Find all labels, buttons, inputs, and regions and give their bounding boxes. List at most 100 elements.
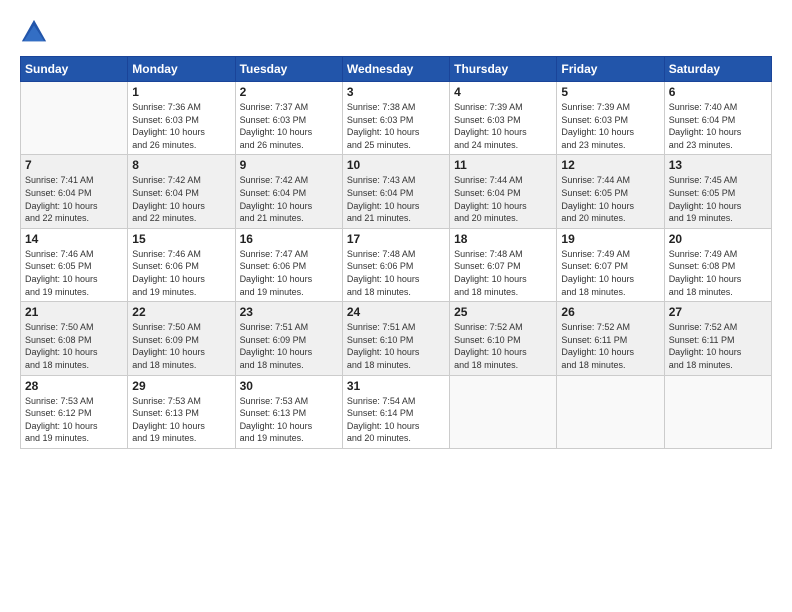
day-info: Sunrise: 7:49 AM Sunset: 6:07 PM Dayligh… bbox=[561, 248, 659, 298]
weekday-tuesday: Tuesday bbox=[235, 57, 342, 82]
calendar-table: SundayMondayTuesdayWednesdayThursdayFrid… bbox=[20, 56, 772, 449]
calendar-cell: 15 Sunrise: 7:46 AM Sunset: 6:06 PM Dayli… bbox=[128, 228, 235, 301]
day-number: 6 bbox=[669, 85, 767, 99]
day-number: 17 bbox=[347, 232, 445, 246]
day-number: 28 bbox=[25, 379, 123, 393]
day-number: 29 bbox=[132, 379, 230, 393]
calendar-cell: 16 Sunrise: 7:47 AM Sunset: 6:06 PM Dayli… bbox=[235, 228, 342, 301]
day-info: Sunrise: 7:51 AM Sunset: 6:10 PM Dayligh… bbox=[347, 321, 445, 371]
logo-icon bbox=[20, 18, 48, 46]
calendar-cell: 29 Sunrise: 7:53 AM Sunset: 6:13 PM Dayli… bbox=[128, 375, 235, 448]
day-number: 7 bbox=[25, 158, 123, 172]
day-info: Sunrise: 7:46 AM Sunset: 6:06 PM Dayligh… bbox=[132, 248, 230, 298]
calendar-cell: 3 Sunrise: 7:38 AM Sunset: 6:03 PM Daylig… bbox=[342, 82, 449, 155]
logo bbox=[20, 18, 52, 46]
calendar-cell: 10Sunrise: 7:43 AM Sunset: 6:04 PM Dayli… bbox=[342, 155, 449, 228]
day-info: Sunrise: 7:45 AM Sunset: 6:05 PM Dayligh… bbox=[669, 174, 767, 224]
day-info: Sunrise: 7:38 AM Sunset: 6:03 PM Dayligh… bbox=[347, 101, 445, 151]
header bbox=[20, 18, 772, 46]
day-number: 4 bbox=[454, 85, 552, 99]
day-info: Sunrise: 7:40 AM Sunset: 6:04 PM Dayligh… bbox=[669, 101, 767, 151]
calendar-cell: 2 Sunrise: 7:37 AM Sunset: 6:03 PM Daylig… bbox=[235, 82, 342, 155]
day-number: 19 bbox=[561, 232, 659, 246]
day-info: Sunrise: 7:51 AM Sunset: 6:09 PM Dayligh… bbox=[240, 321, 338, 371]
calendar-row-2: 14 Sunrise: 7:46 AM Sunset: 6:05 PM Dayli… bbox=[21, 228, 772, 301]
day-info: Sunrise: 7:53 AM Sunset: 6:12 PM Dayligh… bbox=[25, 395, 123, 445]
calendar-row-1: 7 Sunrise: 7:41 AM Sunset: 6:04 PM Daylig… bbox=[21, 155, 772, 228]
day-number: 5 bbox=[561, 85, 659, 99]
calendar-cell: 30 Sunrise: 7:53 AM Sunset: 6:13 PM Dayli… bbox=[235, 375, 342, 448]
calendar-cell: 24 Sunrise: 7:51 AM Sunset: 6:10 PM Dayli… bbox=[342, 302, 449, 375]
calendar-cell: 26 Sunrise: 7:52 AM Sunset: 6:11 PM Dayli… bbox=[557, 302, 664, 375]
day-info: Sunrise: 7:48 AM Sunset: 6:07 PM Dayligh… bbox=[454, 248, 552, 298]
calendar-cell: 8Sunrise: 7:42 AM Sunset: 6:04 PM Daylig… bbox=[128, 155, 235, 228]
day-info: Sunrise: 7:39 AM Sunset: 6:03 PM Dayligh… bbox=[561, 101, 659, 151]
day-number: 9 bbox=[240, 158, 338, 172]
weekday-sunday: Sunday bbox=[21, 57, 128, 82]
calendar-cell bbox=[450, 375, 557, 448]
day-number: 23 bbox=[240, 305, 338, 319]
day-number: 8 bbox=[132, 158, 230, 172]
calendar-row-3: 21 Sunrise: 7:50 AM Sunset: 6:08 PM Dayli… bbox=[21, 302, 772, 375]
day-info: Sunrise: 7:54 AM Sunset: 6:14 PM Dayligh… bbox=[347, 395, 445, 445]
day-info: Sunrise: 7:49 AM Sunset: 6:08 PM Dayligh… bbox=[669, 248, 767, 298]
day-info: Sunrise: 7:48 AM Sunset: 6:06 PM Dayligh… bbox=[347, 248, 445, 298]
calendar-cell: 23 Sunrise: 7:51 AM Sunset: 6:09 PM Dayli… bbox=[235, 302, 342, 375]
calendar-cell: 21 Sunrise: 7:50 AM Sunset: 6:08 PM Dayli… bbox=[21, 302, 128, 375]
day-info: Sunrise: 7:44 AM Sunset: 6:04 PM Dayligh… bbox=[454, 174, 552, 224]
calendar-cell: 13Sunrise: 7:45 AM Sunset: 6:05 PM Dayli… bbox=[664, 155, 771, 228]
calendar-cell: 9 Sunrise: 7:42 AM Sunset: 6:04 PM Daylig… bbox=[235, 155, 342, 228]
day-info: Sunrise: 7:52 AM Sunset: 6:10 PM Dayligh… bbox=[454, 321, 552, 371]
day-info: Sunrise: 7:37 AM Sunset: 6:03 PM Dayligh… bbox=[240, 101, 338, 151]
weekday-friday: Friday bbox=[557, 57, 664, 82]
weekday-saturday: Saturday bbox=[664, 57, 771, 82]
day-info: Sunrise: 7:50 AM Sunset: 6:08 PM Dayligh… bbox=[25, 321, 123, 371]
day-number: 14 bbox=[25, 232, 123, 246]
day-info: Sunrise: 7:52 AM Sunset: 6:11 PM Dayligh… bbox=[561, 321, 659, 371]
day-info: Sunrise: 7:50 AM Sunset: 6:09 PM Dayligh… bbox=[132, 321, 230, 371]
calendar-cell: 11 Sunrise: 7:44 AM Sunset: 6:04 PM Dayli… bbox=[450, 155, 557, 228]
day-number: 10 bbox=[347, 158, 445, 172]
day-info: Sunrise: 7:39 AM Sunset: 6:03 PM Dayligh… bbox=[454, 101, 552, 151]
day-number: 21 bbox=[25, 305, 123, 319]
calendar-cell: 22 Sunrise: 7:50 AM Sunset: 6:09 PM Dayli… bbox=[128, 302, 235, 375]
calendar-cell: 4 Sunrise: 7:39 AM Sunset: 6:03 PM Daylig… bbox=[450, 82, 557, 155]
day-number: 11 bbox=[454, 158, 552, 172]
day-info: Sunrise: 7:52 AM Sunset: 6:11 PM Dayligh… bbox=[669, 321, 767, 371]
day-number: 27 bbox=[669, 305, 767, 319]
day-number: 15 bbox=[132, 232, 230, 246]
calendar-cell: 19 Sunrise: 7:49 AM Sunset: 6:07 PM Dayli… bbox=[557, 228, 664, 301]
calendar-cell: 14 Sunrise: 7:46 AM Sunset: 6:05 PM Dayli… bbox=[21, 228, 128, 301]
calendar-cell: 27 Sunrise: 7:52 AM Sunset: 6:11 PM Dayli… bbox=[664, 302, 771, 375]
day-info: Sunrise: 7:42 AM Sunset: 6:04 PM Dayligh… bbox=[240, 174, 338, 224]
day-number: 30 bbox=[240, 379, 338, 393]
day-number: 26 bbox=[561, 305, 659, 319]
day-number: 22 bbox=[132, 305, 230, 319]
day-info: Sunrise: 7:53 AM Sunset: 6:13 PM Dayligh… bbox=[132, 395, 230, 445]
day-info: Sunrise: 7:46 AM Sunset: 6:05 PM Dayligh… bbox=[25, 248, 123, 298]
calendar-cell: 18 Sunrise: 7:48 AM Sunset: 6:07 PM Dayli… bbox=[450, 228, 557, 301]
calendar-cell bbox=[21, 82, 128, 155]
calendar-cell: 17 Sunrise: 7:48 AM Sunset: 6:06 PM Dayli… bbox=[342, 228, 449, 301]
day-info: Sunrise: 7:41 AM Sunset: 6:04 PM Dayligh… bbox=[25, 174, 123, 224]
day-info: Sunrise: 7:53 AM Sunset: 6:13 PM Dayligh… bbox=[240, 395, 338, 445]
calendar-row-0: 1Sunrise: 7:36 AM Sunset: 6:03 PM Daylig… bbox=[21, 82, 772, 155]
calendar-cell: 25 Sunrise: 7:52 AM Sunset: 6:10 PM Dayli… bbox=[450, 302, 557, 375]
day-number: 3 bbox=[347, 85, 445, 99]
calendar-cell: 31 Sunrise: 7:54 AM Sunset: 6:14 PM Dayli… bbox=[342, 375, 449, 448]
day-number: 1 bbox=[132, 85, 230, 99]
page: SundayMondayTuesdayWednesdayThursdayFrid… bbox=[0, 0, 792, 612]
day-number: 2 bbox=[240, 85, 338, 99]
day-number: 16 bbox=[240, 232, 338, 246]
day-number: 25 bbox=[454, 305, 552, 319]
calendar-cell bbox=[664, 375, 771, 448]
day-number: 18 bbox=[454, 232, 552, 246]
calendar-cell: 6 Sunrise: 7:40 AM Sunset: 6:04 PM Daylig… bbox=[664, 82, 771, 155]
weekday-monday: Monday bbox=[128, 57, 235, 82]
calendar-cell: 5 Sunrise: 7:39 AM Sunset: 6:03 PM Daylig… bbox=[557, 82, 664, 155]
day-number: 31 bbox=[347, 379, 445, 393]
weekday-thursday: Thursday bbox=[450, 57, 557, 82]
day-number: 20 bbox=[669, 232, 767, 246]
day-info: Sunrise: 7:47 AM Sunset: 6:06 PM Dayligh… bbox=[240, 248, 338, 298]
day-number: 24 bbox=[347, 305, 445, 319]
